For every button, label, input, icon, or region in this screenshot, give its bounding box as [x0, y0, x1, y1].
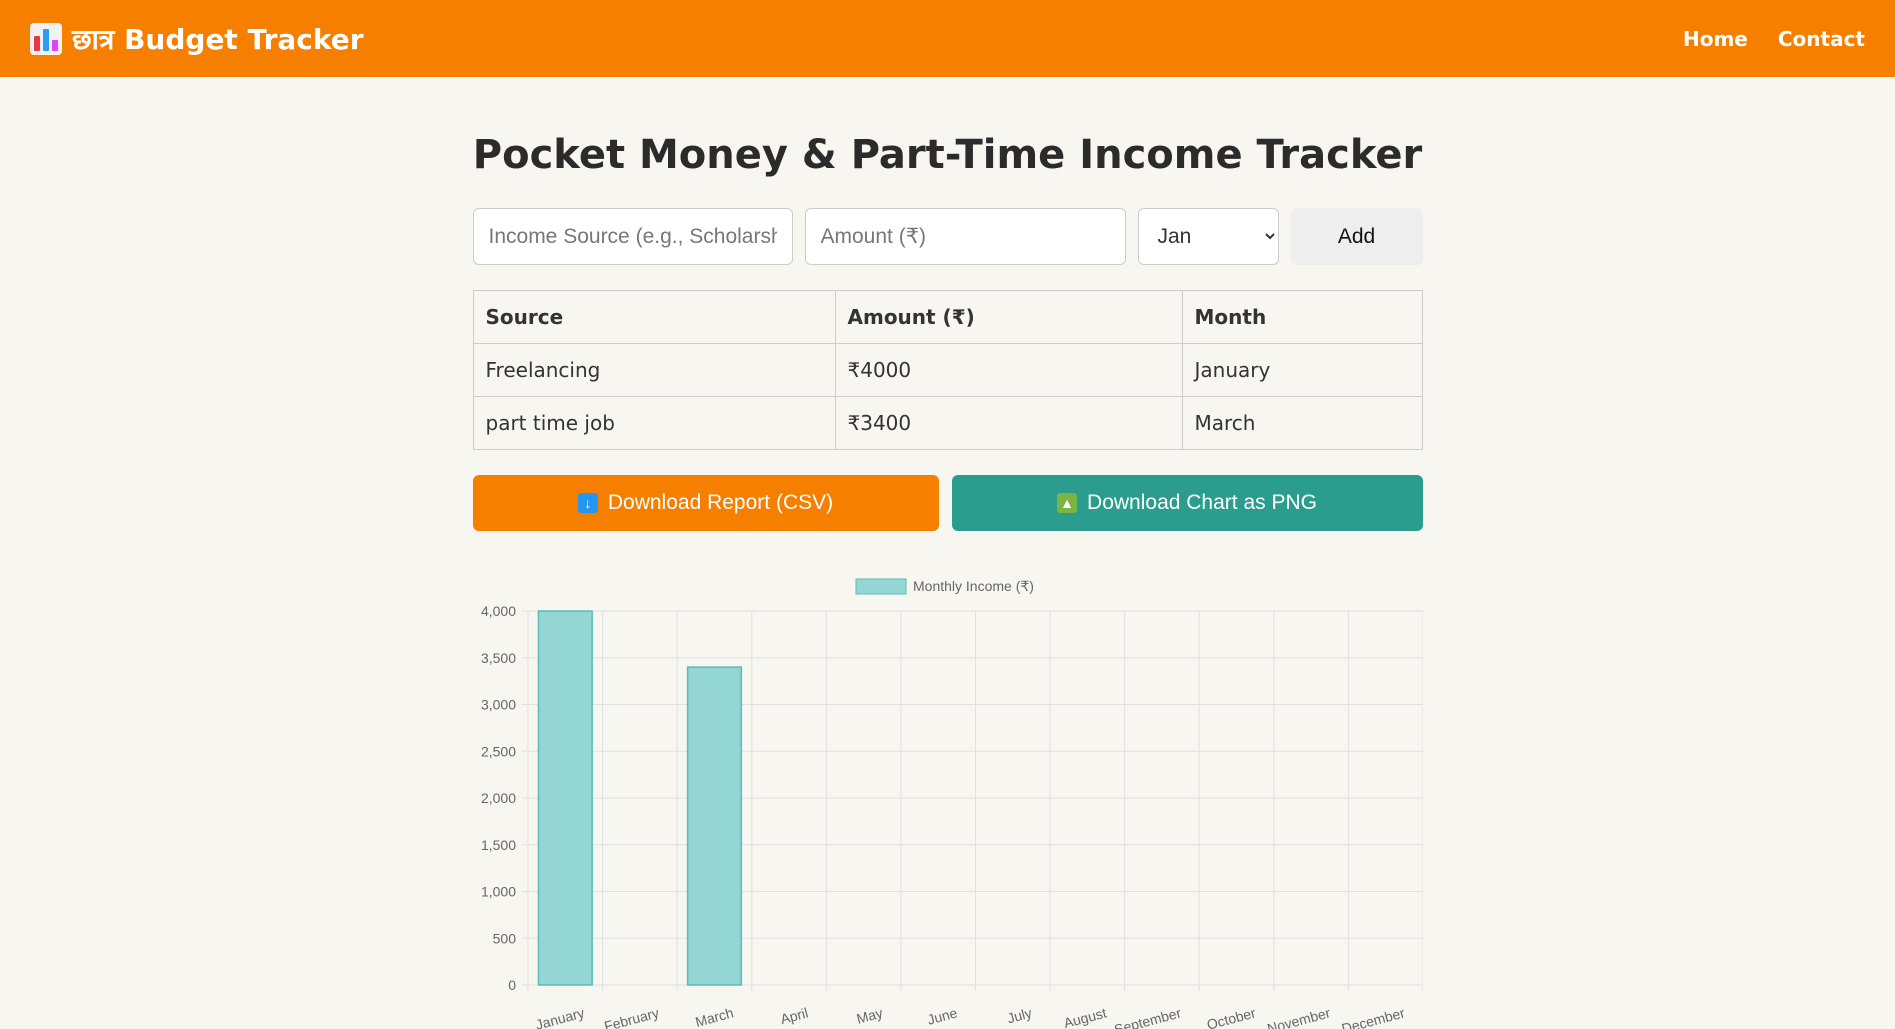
picture-icon: ▲: [1057, 493, 1078, 513]
y-tick-label: 3,000: [480, 697, 515, 713]
add-button[interactable]: Add: [1290, 208, 1423, 265]
x-tick-label: April: [778, 1004, 809, 1027]
x-tick-label: January: [533, 1004, 585, 1029]
amount-input[interactable]: [804, 208, 1126, 265]
legend-swatch: [855, 578, 906, 595]
table-row: Freelancing ₹4000 January: [472, 343, 1423, 397]
cell-amount: ₹4000: [834, 343, 1183, 397]
nav-home-link[interactable]: Home: [1683, 27, 1748, 51]
cell-source: Freelancing: [472, 343, 836, 397]
y-tick-label: 2,000: [480, 790, 515, 806]
download-png-label: Download Chart as PNG: [1087, 491, 1317, 514]
nav-contact-link[interactable]: Contact: [1778, 27, 1865, 51]
x-tick-label: February: [602, 1004, 660, 1029]
y-tick-label: 1,500: [480, 837, 515, 853]
x-tick-label: December: [1339, 1004, 1406, 1029]
download-csv-button[interactable]: ↓ Download Report (CSV): [472, 475, 939, 531]
y-tick-label: 4,000: [480, 603, 515, 619]
col-header-month: Month: [1181, 290, 1423, 344]
nav-links: Home Contact: [1683, 27, 1865, 51]
x-tick-label: September: [1112, 1004, 1183, 1029]
cell-source: part time job: [472, 396, 836, 450]
download-csv-label: Download Report (CSV): [607, 491, 834, 514]
table-header-row: Source Amount (₹) Month: [472, 290, 1423, 344]
cell-month: January: [1181, 343, 1423, 397]
x-tick-label: March: [693, 1004, 735, 1029]
x-tick-label: October: [1205, 1004, 1258, 1029]
y-tick-label: 0: [508, 977, 516, 993]
income-form: Jan Add: [472, 208, 1423, 265]
brand-title: छात्र Budget Tracker: [72, 22, 364, 56]
download-arrow-icon: ↓: [577, 493, 598, 513]
col-header-source: Source: [472, 290, 836, 344]
navbar: छात्र Budget Tracker Home Contact: [0, 0, 1895, 77]
table-row: part time job ₹3400 March: [472, 396, 1423, 450]
y-tick-label: 3,500: [480, 650, 515, 666]
bar-january: [537, 610, 593, 986]
bar-chart-icon: [30, 22, 62, 55]
y-tick-label: 500: [492, 930, 516, 946]
legend-label: Monthly Income (₹): [913, 578, 1034, 594]
page-title: Pocket Money & Part-Time Income Tracker: [472, 132, 1423, 178]
x-tick-label: June: [925, 1004, 959, 1027]
y-tick-label: 1,000: [480, 884, 515, 900]
x-tick-label: May: [854, 1004, 884, 1026]
col-header-amount: Amount (₹): [834, 290, 1183, 344]
main-container: Pocket Money & Part-Time Income Tracker …: [472, 132, 1423, 1029]
bar-march: [686, 666, 742, 986]
chart-legend: Monthly Income (₹): [855, 578, 1034, 595]
cell-amount: ₹3400: [834, 396, 1183, 450]
income-source-input[interactable]: [472, 208, 793, 265]
brand[interactable]: छात्र Budget Tracker: [30, 20, 364, 58]
x-tick-label: August: [1061, 1004, 1107, 1029]
download-png-button[interactable]: ▲ Download Chart as PNG: [951, 475, 1423, 531]
download-buttons: ↓ Download Report (CSV) ▲ Download Chart…: [472, 475, 1423, 531]
cell-month: March: [1181, 396, 1423, 450]
income-chart-svg: Monthly Income (₹) 0 500 1,000 1,500 2,000 2,5…: [480, 578, 1423, 1029]
x-tick-label: July: [1005, 1004, 1033, 1026]
y-tick-label: 2,500: [480, 743, 515, 759]
month-select[interactable]: Jan: [1137, 208, 1279, 265]
income-chart: Monthly Income (₹) 0 500 1,000 1,500 2,000 2,5…: [473, 571, 1423, 1029]
income-table: Source Amount (₹) Month Freelancing ₹400…: [472, 290, 1423, 450]
x-tick-label: November: [1265, 1004, 1332, 1029]
